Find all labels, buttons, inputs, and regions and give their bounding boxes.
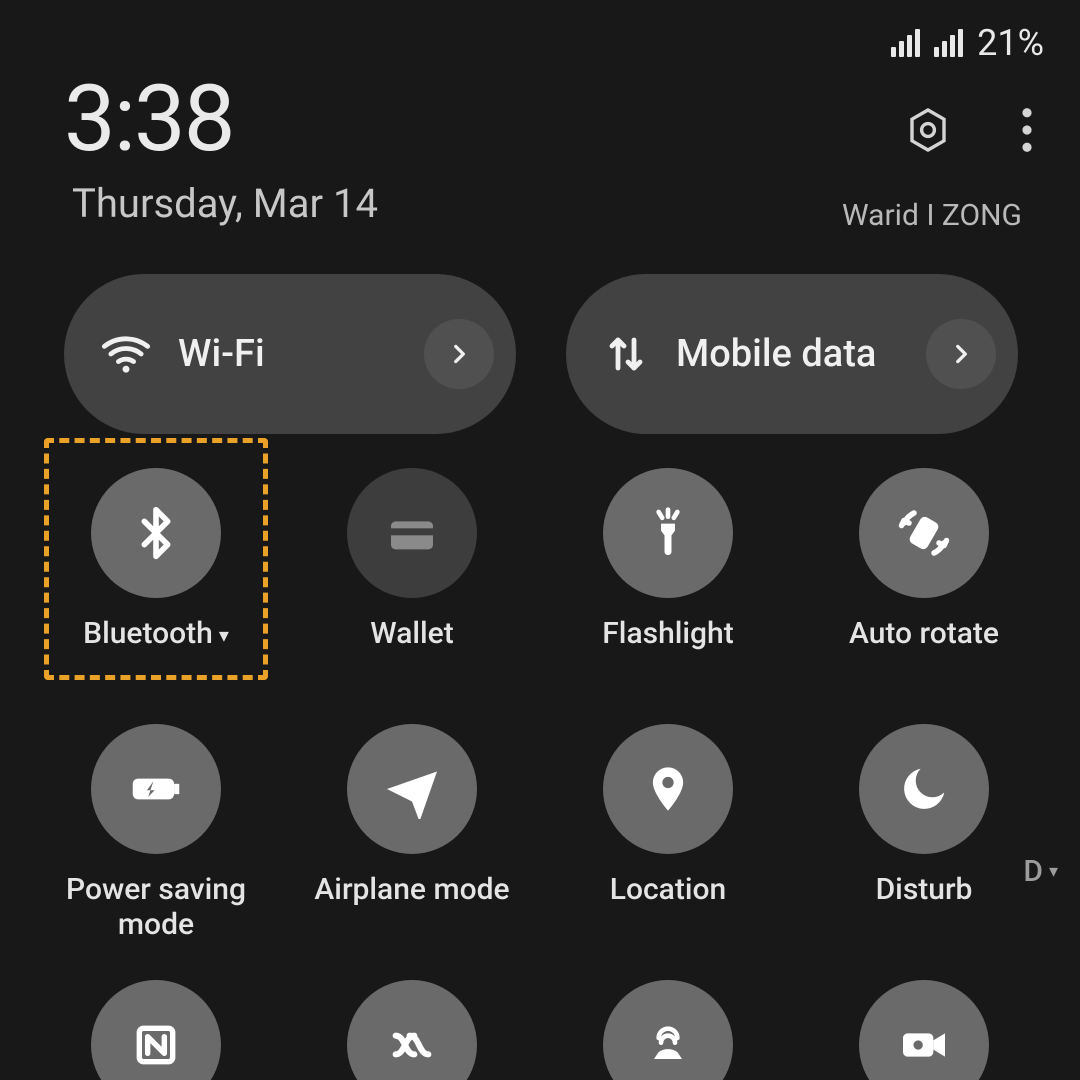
qs-tile-label: Auto rotate xyxy=(849,616,999,690)
qs-tile-record[interactable] xyxy=(804,980,1044,1080)
wifi-icon xyxy=(100,328,152,380)
qs-tile-label: Power saving mode xyxy=(36,872,276,946)
qs-tile-airplane[interactable]: Airplane mode xyxy=(292,724,532,946)
qs-tile-label: Wallet xyxy=(370,616,453,690)
clock-date: Thursday, Mar 14 xyxy=(72,180,378,227)
qs-tile-label: Bluetooth▾ xyxy=(83,616,229,690)
mobile-data-pill[interactable]: Mobile data xyxy=(566,274,1018,434)
moon-icon xyxy=(859,724,989,854)
airplane-icon xyxy=(347,724,477,854)
edge-fragment: D▾ xyxy=(1023,854,1058,889)
qs-tile-wallet[interactable]: Wallet xyxy=(292,468,532,690)
more-icon[interactable] xyxy=(1020,107,1034,153)
qs-tile-battery[interactable]: Power saving mode xyxy=(36,724,276,946)
qs-tile-dna[interactable] xyxy=(292,980,532,1080)
qs-tile-label: Disturb xyxy=(876,872,973,946)
wifi-expand[interactable] xyxy=(424,319,494,389)
qs-tile-label: Airplane mode xyxy=(314,872,509,946)
clock-time: 3:38 xyxy=(64,66,233,173)
dna-icon xyxy=(347,980,477,1080)
qs-tile-moon[interactable]: Disturb xyxy=(804,724,1044,946)
qs-tile-bluetooth[interactable]: Bluetooth▾ xyxy=(36,468,276,690)
qs-tile-location[interactable]: Location xyxy=(548,724,788,946)
dropdown-caret-icon: ▾ xyxy=(219,624,229,648)
qs-tile-label: Flashlight xyxy=(602,616,733,690)
nfc-icon xyxy=(91,980,221,1080)
battery-text: 21% xyxy=(977,22,1044,64)
qs-tile-cast[interactable] xyxy=(548,980,788,1080)
signal-icon-1 xyxy=(891,29,920,57)
wallet-icon xyxy=(347,468,477,598)
wifi-label: Wi-Fi xyxy=(178,332,398,376)
mobile-data-expand[interactable] xyxy=(926,319,996,389)
battery-icon xyxy=(91,724,221,854)
wifi-pill[interactable]: Wi-Fi xyxy=(64,274,516,434)
autorotate-icon xyxy=(859,468,989,598)
status-bar: 21% xyxy=(891,22,1044,64)
qs-tile-autorotate[interactable]: Auto rotate xyxy=(804,468,1044,690)
flashlight-icon xyxy=(603,468,733,598)
carrier-text: Warid I ZONG xyxy=(842,198,1022,233)
record-icon xyxy=(859,980,989,1080)
bluetooth-icon xyxy=(91,468,221,598)
mobile-data-label: Mobile data xyxy=(676,332,900,376)
qs-tile-flashlight[interactable]: Flashlight xyxy=(548,468,788,690)
qs-tile-label: Location xyxy=(610,872,726,946)
qs-tile-nfc[interactable] xyxy=(36,980,276,1080)
cast-icon xyxy=(603,980,733,1080)
signal-icon-2 xyxy=(934,29,963,57)
settings-icon[interactable] xyxy=(904,106,952,154)
mobile-data-icon xyxy=(602,330,650,378)
location-icon xyxy=(603,724,733,854)
